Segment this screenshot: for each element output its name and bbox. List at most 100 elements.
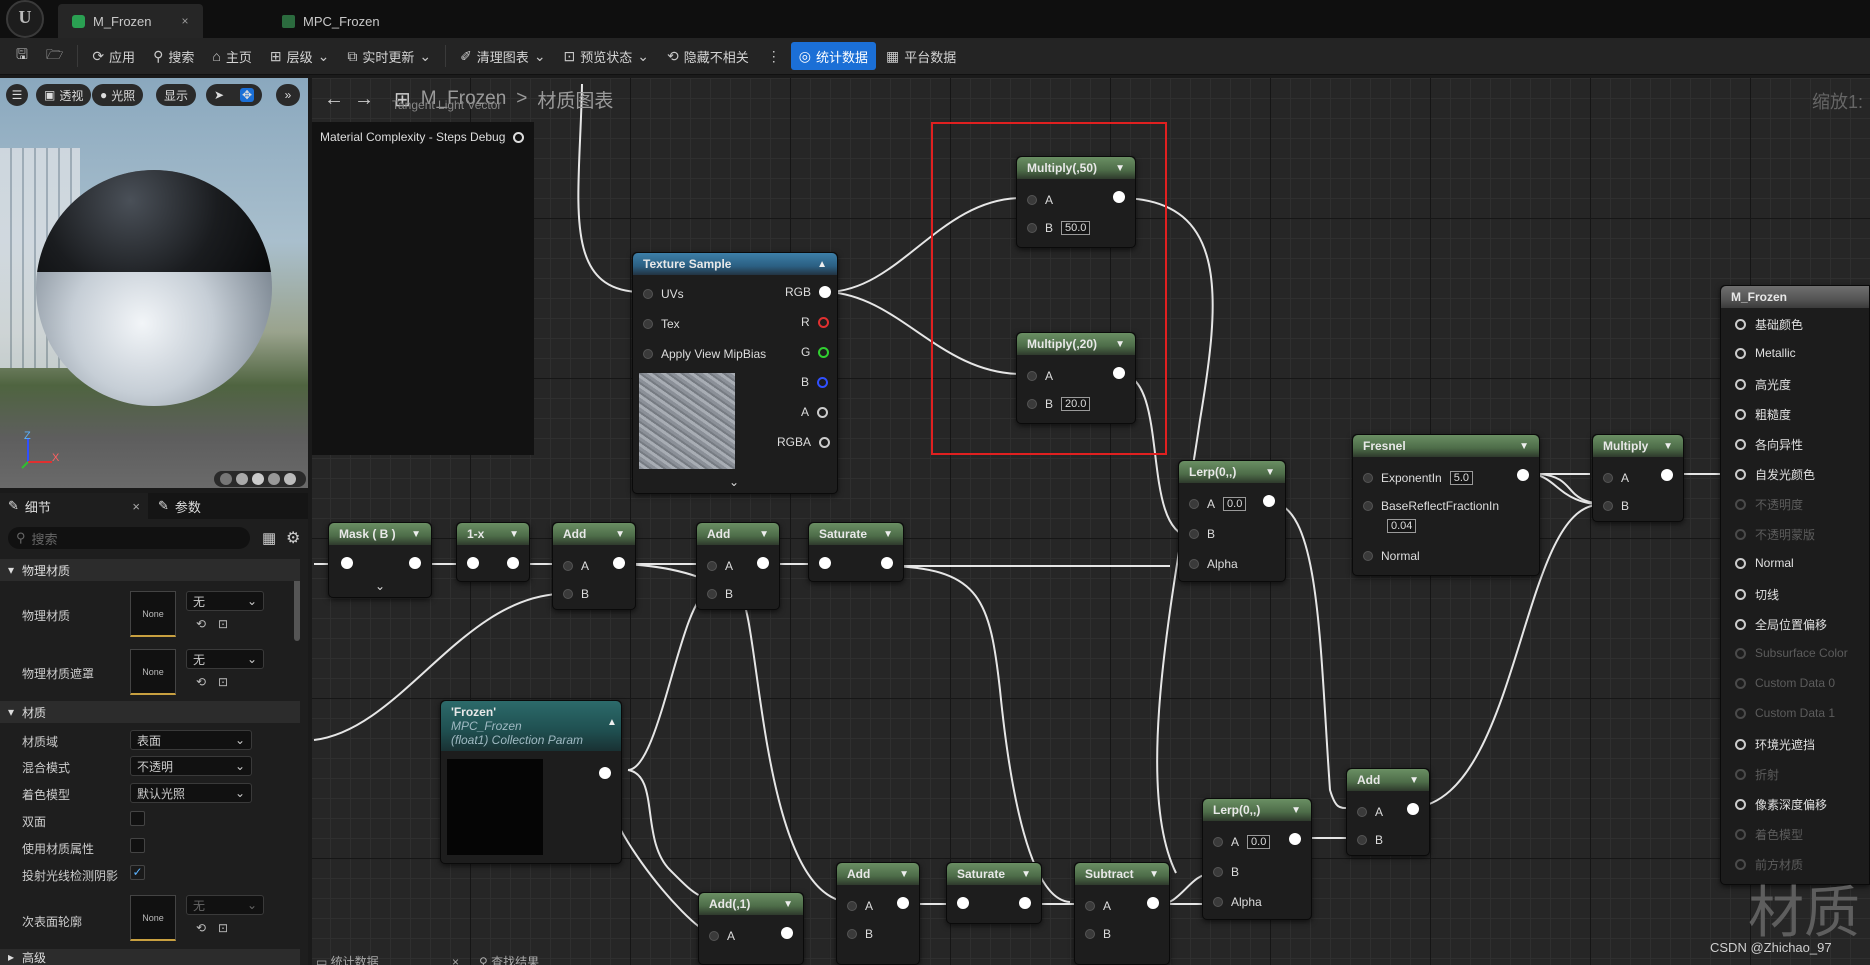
pin-a[interactable]: A 0.0 <box>1213 835 1271 849</box>
node-material-result[interactable]: M_Frozen 基础颜色 Metallic 高光度 粗糙度 各向异性 自发光颜色 不透明度… <box>1720 285 1870 885</box>
material-input-row[interactable]: 不透明度 <box>1735 496 1803 513</box>
node-header[interactable]: Fresnel ▼ <box>1353 435 1539 457</box>
section-physical-material[interactable]: ▾ 物理材质 <box>0 559 300 581</box>
chevron-down-icon[interactable]: ▼ <box>1021 869 1031 880</box>
preview-shape-icon[interactable] <box>236 473 248 485</box>
value-field[interactable]: 5.0 <box>1449 471 1474 485</box>
viewport-menu-button[interactable]: ☰ <box>6 84 28 106</box>
output-pin-icon[interactable] <box>881 557 893 569</box>
node-header[interactable]: Add ▼ <box>837 863 919 885</box>
stats-tab[interactable]: ▭ 统计数据 × <box>316 953 459 965</box>
output-pin-icon[interactable] <box>507 557 519 569</box>
input-pin-icon[interactable] <box>1735 379 1746 390</box>
node-header[interactable]: 'Frozen' MPC_Frozen (float1) Collection … <box>441 701 621 751</box>
chevron-down-icon[interactable]: ▼ <box>1519 441 1529 452</box>
input-pin-icon[interactable] <box>1735 409 1746 420</box>
stats-button[interactable]: ◎ 统计数据 <box>790 42 877 70</box>
node-one-minus[interactable]: 1-x ▼ <box>456 522 530 582</box>
pin-b[interactable]: B <box>1213 865 1239 879</box>
input-pin-icon[interactable] <box>643 349 653 359</box>
gear-icon[interactable]: ⚙ <box>286 528 300 548</box>
preview-shape-icon[interactable] <box>220 473 232 485</box>
output-pin-icon[interactable] <box>409 557 421 569</box>
node-subtract[interactable]: Subtract ▼ A B <box>1074 862 1170 965</box>
node-header[interactable]: Saturate ▼ <box>947 863 1041 885</box>
back-arrow-icon[interactable]: ← <box>324 88 344 111</box>
phys-material-dropdown[interactable]: 无 ⌄ <box>186 591 264 611</box>
preview-shape-icon[interactable] <box>252 473 264 485</box>
node-add-2[interactable]: Add ▼ A B <box>696 522 780 610</box>
input-pin-icon[interactable] <box>1213 867 1223 877</box>
input-pin-icon[interactable] <box>1213 897 1223 907</box>
input-pin-icon[interactable] <box>1603 501 1613 511</box>
input-pin-icon[interactable] <box>1735 347 1746 359</box>
pin-output[interactable] <box>1113 367 1125 379</box>
pin-b[interactable]: B 50.0 <box>1027 221 1091 235</box>
node-header[interactable]: Add ▼ <box>1347 769 1429 791</box>
node-header[interactable]: Subtract ▼ <box>1075 863 1169 885</box>
input-pin-icon[interactable] <box>847 929 857 939</box>
output-pin-icon[interactable] <box>819 286 832 298</box>
output-pin-icon[interactable] <box>1113 367 1125 379</box>
input-pin-icon[interactable] <box>1735 589 1746 600</box>
node-header[interactable]: Texture Sample ▲ <box>633 253 837 275</box>
output-pin-icon[interactable] <box>1147 897 1159 909</box>
pin-b[interactable]: B <box>801 375 829 389</box>
value-field[interactable]: 0.0 <box>1247 835 1271 849</box>
pin-output[interactable] <box>1019 897 1031 909</box>
output-pin-icon[interactable] <box>781 927 793 939</box>
input-pin-icon[interactable] <box>341 557 353 569</box>
input-pin-icon[interactable] <box>1735 439 1746 450</box>
search-button[interactable]: ⚲ 搜索 <box>145 42 202 70</box>
live-update-button[interactable]: ⧉ 实时更新 ⌄ <box>339 42 439 70</box>
preview-state-button[interactable]: ⊡ 预览状态 ⌄ <box>556 42 657 70</box>
chevron-down-icon[interactable]: ▼ <box>1409 775 1419 786</box>
input-pin-icon[interactable] <box>1735 469 1746 480</box>
pin-output[interactable] <box>507 557 519 569</box>
node-saturate-2[interactable]: Saturate ▼ <box>946 862 1042 924</box>
pin-b[interactable]: B <box>1357 833 1383 847</box>
node-header[interactable]: Saturate ▼ <box>809 523 903 545</box>
input-pin-icon[interactable] <box>1735 739 1746 750</box>
input-pin-icon[interactable] <box>707 561 717 571</box>
output-pin-icon[interactable] <box>1289 833 1301 845</box>
input-pin-icon[interactable] <box>563 561 573 571</box>
material-input-row[interactable]: 像素深度偏移 <box>1735 796 1827 813</box>
pin-output[interactable] <box>1263 495 1275 507</box>
material-input-row[interactable]: Custom Data 0 <box>1735 676 1835 690</box>
input-pin-icon[interactable] <box>1735 557 1746 569</box>
output-pin-icon[interactable] <box>1263 495 1275 507</box>
shading-model-dropdown[interactable]: 默认光照 ⌄ <box>130 783 252 803</box>
show-button[interactable]: 显示 <box>156 84 197 106</box>
chevron-down-icon[interactable]: ▼ <box>615 529 625 540</box>
material-input-row[interactable]: 基础颜色 <box>1735 316 1803 333</box>
input-pin-icon[interactable] <box>707 589 717 599</box>
material-input-row[interactable]: Custom Data 1 <box>1735 706 1835 720</box>
chevron-up-icon[interactable]: ▲ <box>607 717 617 728</box>
pin-output[interactable] <box>1289 833 1301 845</box>
chevron-down-icon[interactable]: ▼ <box>1663 441 1673 452</box>
pin-b[interactable]: B <box>707 587 733 601</box>
viewport-expand-button[interactable]: » <box>276 84 300 106</box>
use-material-attributes-checkbox[interactable] <box>130 838 145 853</box>
pin-a[interactable]: A <box>707 559 733 573</box>
chevron-down-icon[interactable]: ▼ <box>411 529 421 540</box>
section-material[interactable]: ▾ 材质 <box>0 701 300 723</box>
preview-shape-icon[interactable] <box>268 473 280 485</box>
output-pin-icon[interactable] <box>817 376 829 388</box>
value-field[interactable]: 20.0 <box>1061 397 1091 411</box>
input-pin-icon[interactable] <box>467 557 479 569</box>
input-pin-icon[interactable] <box>1735 799 1746 810</box>
input-pin-icon[interactable] <box>1735 707 1746 719</box>
lit-button[interactable]: ● 光照 <box>92 84 144 106</box>
node-header[interactable]: Multiply(,20) ▼ <box>1017 333 1135 355</box>
pin-a[interactable]: A <box>1603 471 1629 485</box>
input-pin-icon[interactable] <box>1189 529 1199 539</box>
input-pin-icon[interactable] <box>1603 473 1613 483</box>
input-pin-icon[interactable] <box>1735 647 1746 659</box>
node-header[interactable]: 1-x ▼ <box>457 523 529 545</box>
input-pin-icon[interactable] <box>1735 769 1746 780</box>
node-header[interactable]: Add ▼ <box>697 523 779 545</box>
node-header[interactable]: Multiply(,50) ▼ <box>1017 157 1135 179</box>
input-pin-icon[interactable] <box>1189 499 1199 509</box>
